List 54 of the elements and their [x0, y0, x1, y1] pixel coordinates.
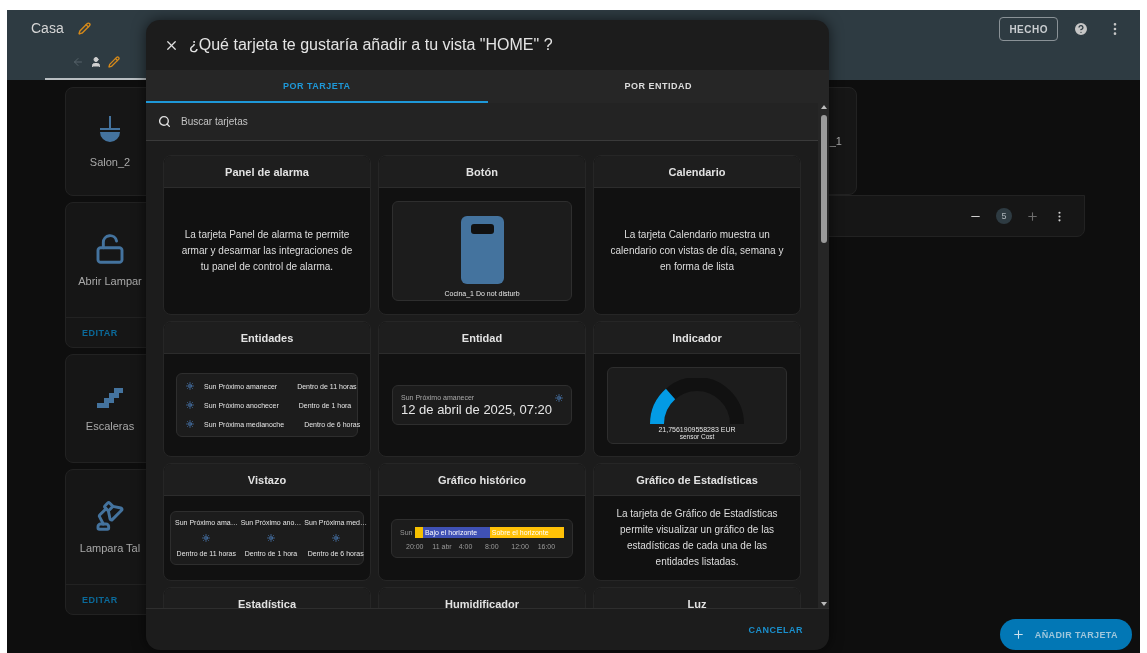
plus-icon	[1011, 628, 1025, 641]
card-option[interactable]: Luz	[593, 587, 801, 608]
pencil-icon[interactable]	[77, 21, 91, 35]
size-badge: 5	[996, 208, 1012, 224]
card-option-title: Entidad	[461, 331, 503, 344]
card-option-title: Calendario	[668, 165, 726, 178]
card-option[interactable]: Estadística	[163, 587, 371, 608]
scroll-up-icon[interactable]	[820, 105, 827, 109]
sun-icon	[186, 382, 194, 390]
entity-name: Escaleras	[85, 419, 135, 432]
card-option-title: Panel de alarma	[225, 165, 309, 178]
card-option-title: Estadística	[237, 597, 297, 608]
dialog-tab[interactable]: POR TARJETA	[146, 70, 488, 103]
sun-icon	[202, 534, 211, 542]
card-option-title: Gráfico de Estadísticas	[636, 473, 758, 486]
card-description: La tarjeta de Gráfico de Estadísticas permite visualizar un gráfico de las estadísticas de cada una de las entidades listadas.	[615, 507, 779, 569]
dialog-title: ¿Qué tarjeta te gustaría añadir a tu vista "HOME" ?	[189, 36, 553, 54]
sun-icon	[186, 420, 194, 428]
plus-icon[interactable]	[1026, 209, 1039, 223]
card-option-title: Luz	[687, 597, 707, 608]
card-description: La tarjeta Panel de alarma te permite armar y desarmar las integraciones de tu panel de control de alarma.	[180, 228, 354, 274]
sun-icon	[555, 393, 563, 402]
search-icon	[158, 115, 171, 128]
open-lock-icon	[94, 233, 126, 265]
entity-value: 12 de abril de 2025, 07:20	[401, 401, 554, 417]
entity-name: Abrir Lampar	[78, 275, 142, 287]
scroll-down-icon[interactable]	[820, 602, 827, 606]
person-icon	[89, 56, 102, 68]
cancel-button[interactable]: CANCELAR	[742, 623, 809, 636]
card-option-title: Humidificador	[445, 597, 519, 608]
remote-icon	[460, 215, 504, 284]
entity-name: Salon_2	[89, 155, 131, 168]
dashboard-title: Casa	[31, 20, 64, 36]
card-option[interactable]: Panel de alarma La tarjeta Panel de alarma te permite armar y desarmar las integraciones de tu panel de control de alarma.	[163, 155, 371, 315]
search-field[interactable]: Buscar tarjetas	[146, 103, 818, 141]
entity-name: _1	[829, 135, 842, 147]
card-option-title: Gráfico histórico	[438, 473, 526, 486]
card-description: La tarjeta Calendario muestra un calendario con vistas de día, semana y en forma de lista	[609, 228, 785, 274]
card-option[interactable]: Gráfico de Estadísticas La tarjeta de Gráfico de Estadísticas permite visualizar un gráfico de las estadísticas de cada una de las entidades listadas.	[593, 463, 801, 581]
card-option-title: Vistazo	[247, 473, 287, 486]
sun-icon	[267, 534, 275, 542]
done-button[interactable]: HECHO	[999, 17, 1058, 41]
card-option-title: Entidades	[240, 331, 294, 344]
card-option-title: Indicador	[672, 331, 722, 344]
sun-icon	[186, 401, 194, 409]
pencil-icon[interactable]	[107, 56, 120, 68]
desk-lamp-icon	[94, 500, 126, 532]
card-option-title: Botón	[466, 165, 498, 178]
entity-name: Lampara Tal	[79, 542, 141, 554]
dialog-tab[interactable]: POR ENTIDAD	[487, 70, 829, 103]
card-option[interactable]: Calendario La tarjeta Calendario muestra un calendario con vistas de día, semana y en forma de lista	[593, 155, 801, 315]
stairs-icon	[97, 385, 123, 410]
sun-icon	[331, 534, 340, 542]
card-option[interactable]: Humidificador	[378, 587, 586, 608]
